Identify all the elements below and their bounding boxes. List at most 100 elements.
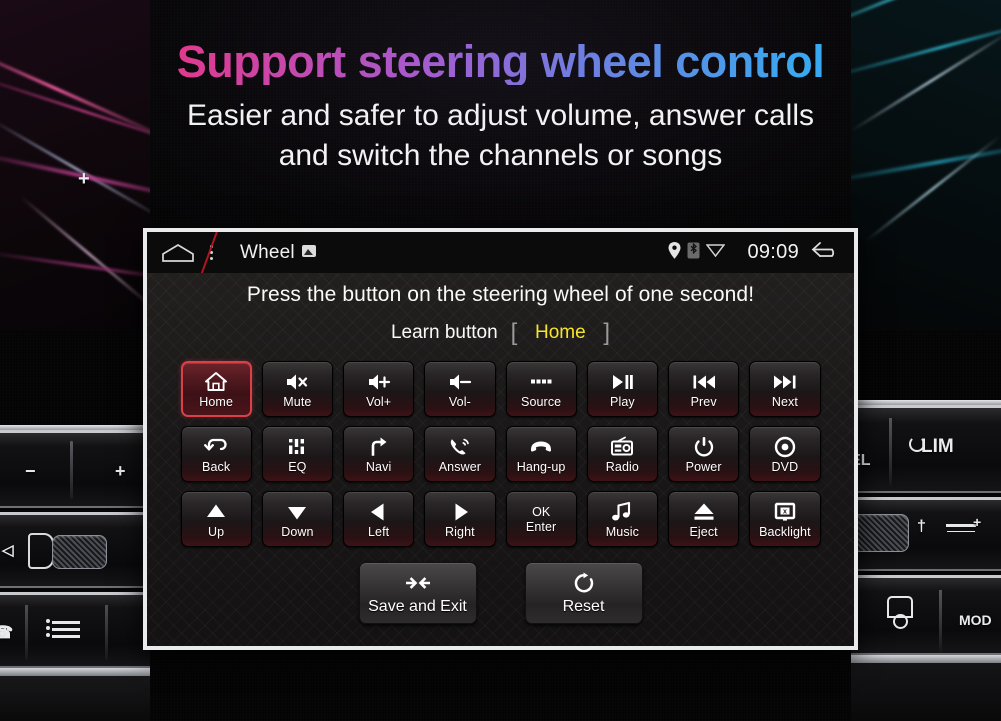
arrow-left-icon (367, 500, 391, 524)
key-label: Next (771, 394, 798, 409)
key-label: EQ (288, 459, 307, 474)
refresh-circle-icon (572, 571, 596, 595)
key-enter[interactable]: OK Enter (505, 491, 577, 547)
key-home[interactable]: Home (180, 361, 252, 417)
page-subtitle-line-2: and switch the channels or songs (278, 138, 723, 172)
next-track-icon (773, 370, 797, 394)
key-label: DVD (771, 459, 799, 474)
home-icon (204, 370, 228, 394)
key-navi[interactable]: Navi (343, 426, 415, 482)
action-button-row: Save and Exit Reset (181, 562, 821, 624)
key-back[interactable]: Back (180, 426, 252, 482)
page-title: Support steering wheel control (0, 38, 1001, 86)
volume-down-icon (448, 370, 472, 394)
backlight-off-icon: x (773, 500, 797, 524)
key-hang-up[interactable]: Hang-up (505, 426, 577, 482)
source-dots-icon (529, 370, 553, 394)
eject-icon (692, 500, 716, 524)
key-backlight[interactable]: x Backlight (749, 491, 821, 547)
reset-button[interactable]: Reset (524, 562, 643, 624)
key-label: Power (685, 459, 722, 474)
save-and-exit-button[interactable]: Save and Exit (358, 562, 477, 624)
bracket-right: ] (603, 319, 611, 346)
key-label: Play (610, 394, 635, 409)
key-power[interactable]: Power (668, 426, 740, 482)
music-note-icon (610, 500, 634, 524)
key-label: Back (202, 459, 231, 474)
power-icon (692, 435, 716, 459)
key-label: Enter (525, 519, 557, 534)
key-label: Source (521, 394, 562, 409)
key-label: Music (605, 524, 639, 539)
phone-answer-icon (448, 435, 472, 459)
learn-button-label: Learn button (390, 322, 498, 343)
screen-title-text: Wheel (240, 241, 295, 263)
key-label: Vol+ (366, 394, 392, 409)
page-subtitle-line-1: Easier and safer to adjust volume, answe… (187, 99, 814, 133)
key-label: Hang-up (516, 459, 566, 474)
bluetooth-icon (687, 242, 700, 264)
key-label: Mute (283, 394, 312, 409)
image-icon (301, 244, 316, 257)
play-pause-icon (610, 370, 634, 394)
key-label: Backlight (759, 524, 811, 539)
key-eq[interactable]: EQ (261, 426, 333, 482)
function-key-grid: Home Mute Vol+ Vol- Source Play Prev Next Back EQ… (180, 361, 821, 547)
key-up[interactable]: Up (180, 491, 252, 547)
key-left[interactable]: Left (343, 491, 415, 547)
key-dvd[interactable]: DVD (749, 426, 821, 482)
key-play[interactable]: Play (586, 361, 658, 417)
device-screen: Wheel 09:09 Press the button on the stee… (147, 232, 854, 646)
key-vol-[interactable]: Vol- (424, 361, 496, 417)
key-mute[interactable]: Mute (261, 361, 333, 417)
key-label: Navi (365, 459, 392, 474)
key-next[interactable]: Next (749, 361, 821, 417)
key-label: Up (208, 524, 225, 539)
back-arrow-icon[interactable] (811, 240, 841, 265)
key-label: Right (445, 524, 475, 539)
action-label: Save and Exit (368, 597, 467, 615)
key-prev[interactable]: Prev (668, 361, 740, 417)
key-label: Down (281, 524, 314, 539)
learn-button-row: Learn button [ Home ] (147, 319, 854, 347)
navigation-turn-icon (367, 435, 391, 459)
equalizer-icon (285, 435, 309, 459)
key-radio[interactable]: Radio (586, 426, 658, 482)
key-music[interactable]: Music (586, 491, 658, 547)
arrow-down-icon (285, 500, 309, 524)
key-label: Radio (605, 459, 639, 474)
key-label: Eject (689, 524, 718, 539)
radio-icon (610, 435, 634, 459)
wheel-learning-panel: Press the button on the steering wheel o… (147, 273, 854, 646)
location-pin-icon (668, 241, 681, 264)
arrows-inward-icon (405, 571, 430, 595)
bracket-left: [ (510, 319, 518, 346)
instruction-text: Press the button on the steering wheel o… (246, 283, 755, 306)
phone-hangup-icon (529, 435, 553, 459)
key-eject[interactable]: Eject (668, 491, 740, 547)
key-vol-[interactable]: Vol+ (343, 361, 415, 417)
clock: 09:09 (747, 241, 799, 263)
disc-icon (773, 435, 797, 459)
key-label: Home (199, 394, 233, 409)
svg-text:x: x (783, 508, 787, 515)
arrow-right-icon (448, 500, 472, 524)
key-label: Prev (690, 394, 717, 409)
status-bar: Wheel 09:09 (147, 232, 854, 285)
action-label: Reset (562, 597, 605, 615)
ok-text-icon: OK (532, 504, 551, 519)
screen-title: Wheel (240, 242, 316, 264)
wifi-icon (705, 243, 726, 263)
previous-track-icon (692, 370, 716, 394)
learn-button-value: Home (535, 322, 586, 343)
home-outline-icon[interactable] (161, 243, 195, 262)
head-unit-device: Wheel 09:09 Press the button on the stee… (143, 228, 858, 650)
key-label: Left (368, 524, 390, 539)
key-source[interactable]: Source (505, 361, 577, 417)
volume-up-icon (367, 370, 391, 394)
key-answer[interactable]: Answer (424, 426, 496, 482)
back-undo-icon (204, 435, 228, 459)
key-down[interactable]: Down (261, 491, 333, 547)
arrow-up-icon (204, 500, 228, 524)
key-right[interactable]: Right (424, 491, 496, 547)
